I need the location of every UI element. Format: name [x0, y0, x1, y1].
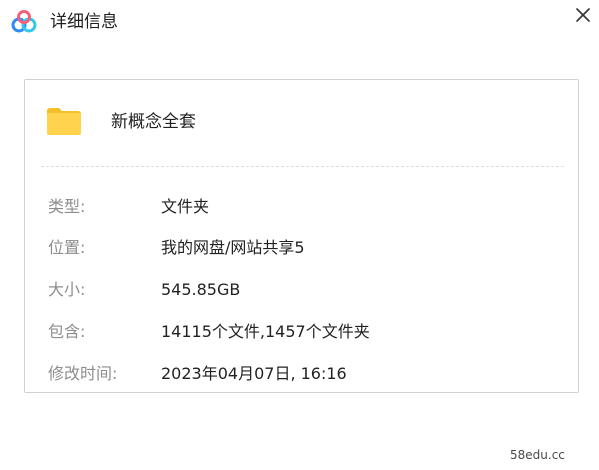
detail-label-modified: 修改时间: — [48, 364, 118, 383]
detail-value-modified: 2023年04月07日, 16:16 — [161, 364, 347, 383]
detail-row-modified: 修改时间: 2023年04月07日, 16:16 — [25, 362, 578, 386]
detail-label-size: 大小: — [48, 280, 86, 299]
watermark: 58edu.cc — [510, 448, 565, 462]
detail-row-location: 位置: 我的网盘/网站共享5 — [25, 236, 578, 260]
detail-value-contains: 14115个文件,1457个文件夹 — [161, 322, 370, 341]
detail-value-type: 文件夹 — [161, 197, 210, 216]
detail-value-location: 我的网盘/网站共享5 — [161, 238, 305, 257]
details-panel: 新概念全套 类型: 文件夹 位置: 我的网盘/网站共享5 大小: 545.85G… — [24, 79, 579, 393]
folder-icon — [47, 108, 81, 135]
baidu-netdisk-logo-icon — [11, 10, 37, 33]
detail-label-contains: 包含: — [48, 322, 86, 341]
detail-row-type: 类型: 文件夹 — [25, 195, 578, 219]
detail-row-size: 大小: 545.85GB — [25, 278, 578, 302]
detail-row-contains: 包含: 14115个文件,1457个文件夹 — [25, 320, 578, 344]
close-icon[interactable] — [571, 3, 595, 27]
detail-label-location: 位置: — [48, 238, 86, 257]
title-bar: 详细信息 — [0, 0, 599, 46]
detail-label-type: 类型: — [48, 197, 86, 216]
window-title: 详细信息 — [50, 12, 118, 32]
divider — [41, 166, 564, 167]
detail-value-size: 545.85GB — [161, 280, 241, 299]
folder-name: 新概念全套 — [111, 112, 196, 132]
